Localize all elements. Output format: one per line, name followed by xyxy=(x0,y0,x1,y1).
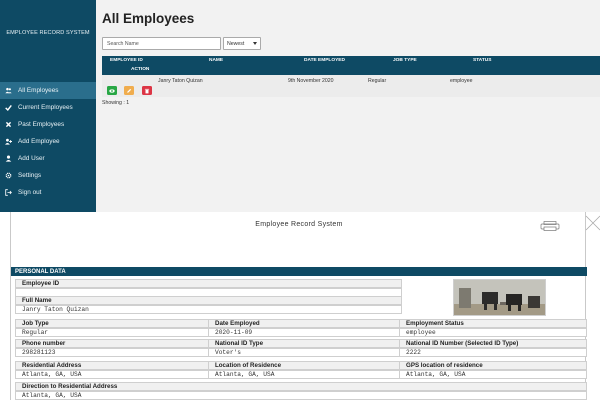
label-direction: Direction to Residential Address xyxy=(15,382,587,391)
sidebar-item-label: Sign out xyxy=(18,189,42,196)
value-employment-status: employee xyxy=(399,328,587,337)
label-residential-address: Residential Address xyxy=(15,361,210,370)
sidebar-item-label: Past Employees xyxy=(18,121,65,128)
document-page: Employee Record System PERSONAL DATA Emp… xyxy=(10,212,600,400)
sidebar-item-settings[interactable]: Settings xyxy=(0,167,96,184)
value-gps-location: Atlanta, GA, USA xyxy=(399,370,587,379)
sidebar-item-label: Current Employees xyxy=(18,104,73,111)
label-gps-location: GPS location of residence xyxy=(399,361,587,370)
header-date-employed: DATE EMPLOYED xyxy=(304,58,345,63)
sidebar-item-label: All Employees xyxy=(18,87,59,94)
header-job-type: JOB TYPE xyxy=(393,58,417,63)
sidebar-item-past-employees[interactable]: Past Employees xyxy=(0,116,96,133)
label-national-id-number: National ID Number (Selected ID Type) xyxy=(399,339,587,348)
sidebar-item-label: Add User xyxy=(18,155,45,162)
cell-date-employed: 9th November 2020 xyxy=(288,78,334,84)
value-national-id-number: 2222 xyxy=(399,348,587,357)
sidebar-item-add-user[interactable]: Add User xyxy=(0,150,96,167)
trash-icon xyxy=(144,88,150,93)
cell-job-type: Regular xyxy=(368,78,387,84)
label-location-of-residence: Location of Residence xyxy=(208,361,401,370)
cell-name: Janry Taton Quizan xyxy=(158,78,203,84)
table-row: Janry Taton Quizan 9th November 2020 Reg… xyxy=(102,75,600,97)
sort-select[interactable]: Newest xyxy=(223,37,261,50)
sort-select-value: Newest xyxy=(227,40,245,47)
label-national-id-type: National ID Type xyxy=(208,339,401,348)
user-icon xyxy=(4,154,13,163)
value-job-type: Regular xyxy=(15,328,210,337)
brand-title: EMPLOYEE RECORD SYSTEM xyxy=(6,30,90,36)
label-job-type: Job Type xyxy=(15,319,210,328)
check-icon xyxy=(4,103,13,112)
sign-out-icon xyxy=(4,188,13,197)
results-count: Showing : 1 xyxy=(102,100,130,106)
chevron-down-icon xyxy=(253,42,257,45)
sidebar: EMPLOYEE RECORD SYSTEM All Employees Cur… xyxy=(0,0,96,212)
eye-icon xyxy=(109,88,115,93)
value-national-id-type: Voter's xyxy=(208,348,401,357)
value-full-name: Janry Taton Quizan xyxy=(15,305,402,314)
sidebar-item-add-employee[interactable]: Add Employee xyxy=(0,133,96,150)
sidebar-item-current-employees[interactable]: Current Employees xyxy=(0,99,96,116)
value-date-employed: 2020-11-09 xyxy=(208,328,401,337)
view-button[interactable] xyxy=(107,86,117,95)
sidebar-nav: All Employees Current Employees Past Emp… xyxy=(0,82,96,201)
x-icon xyxy=(4,120,13,129)
users-icon xyxy=(4,86,13,95)
value-phone-number: 298281123 xyxy=(15,348,210,357)
table-header: EMPLOYEE ID NAME DATE EMPLOYED JOB TYPE … xyxy=(102,56,600,75)
sidebar-item-label: Settings xyxy=(18,172,42,179)
search-input[interactable]: Search Name xyxy=(102,37,221,50)
print-icon[interactable] xyxy=(539,218,561,236)
header-status: STATUS xyxy=(473,58,492,63)
value-direction: Atlanta, GA, USA xyxy=(15,391,587,400)
main-content: All Employees Search Name Newest EMPLOYE… xyxy=(96,0,600,212)
print-document: Employee Record System PERSONAL DATA Emp… xyxy=(0,212,600,400)
header-action: ACTION xyxy=(131,67,150,72)
delete-button[interactable] xyxy=(142,86,152,95)
user-plus-icon xyxy=(4,137,13,146)
sidebar-item-sign-out[interactable]: Sign out xyxy=(0,184,96,201)
document-title: Employee Record System xyxy=(255,221,343,228)
pencil-icon xyxy=(127,88,132,93)
label-date-employed: Date Employed xyxy=(208,319,401,328)
edit-button[interactable] xyxy=(124,86,134,95)
gear-icon xyxy=(4,171,13,180)
label-full-name: Full Name xyxy=(15,296,402,305)
app-window: EMPLOYEE RECORD SYSTEM All Employees Cur… xyxy=(0,0,600,212)
sidebar-item-label: Add Employee xyxy=(18,138,60,145)
value-location-of-residence: Atlanta, GA, USA xyxy=(208,370,401,379)
cell-status: employee xyxy=(450,78,473,84)
section-personal-data: PERSONAL DATA xyxy=(11,267,587,276)
header-name: NAME xyxy=(209,58,224,63)
label-phone-number: Phone number xyxy=(15,339,210,348)
page-title: All Employees xyxy=(102,11,195,26)
employee-photo xyxy=(453,279,546,316)
label-employee-id: Employee ID xyxy=(15,279,402,288)
value-residential-address: Atlanta, GA, USA xyxy=(15,370,210,379)
header-employee-id: EMPLOYEE ID xyxy=(110,58,143,63)
label-employment-status: Employment Status xyxy=(399,319,587,328)
close-icon[interactable] xyxy=(583,213,600,238)
sidebar-item-all-employees[interactable]: All Employees xyxy=(0,82,96,99)
